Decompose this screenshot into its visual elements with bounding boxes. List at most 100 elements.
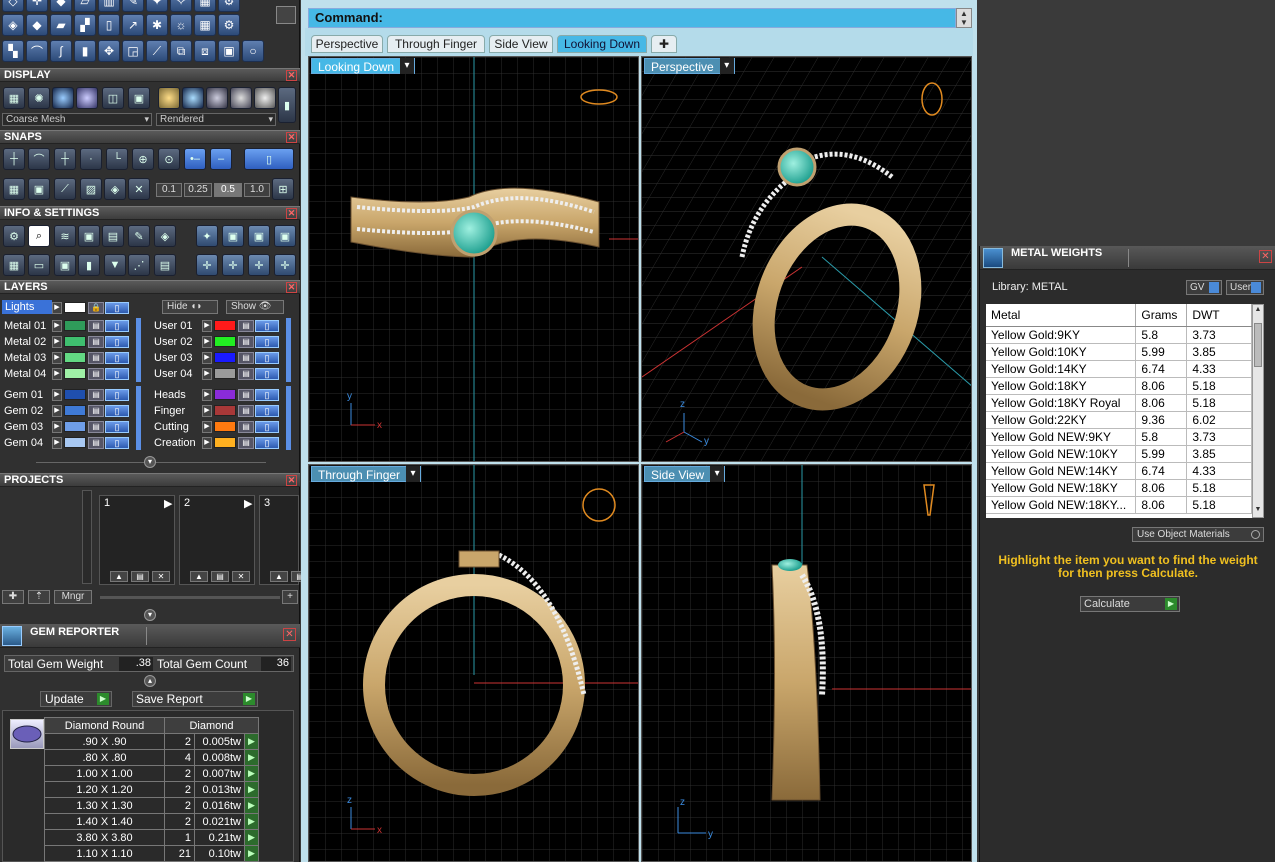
layer-row[interactable]: Creation ▶ ▤ ▯ bbox=[150, 435, 279, 450]
layer-color[interactable] bbox=[64, 405, 86, 416]
snap-icon[interactable]: ⊕ bbox=[132, 148, 154, 170]
tab-perspective[interactable]: Perspective bbox=[311, 35, 383, 53]
up-icon[interactable]: ▲ bbox=[190, 571, 208, 582]
lock-icon[interactable]: ▤ bbox=[238, 404, 254, 417]
table-row[interactable]: Yellow Gold NEW:9KY 5.8 3.73 bbox=[986, 428, 1252, 446]
layer-name[interactable]: Gem 04 bbox=[0, 437, 52, 449]
play-icon[interactable]: ▶ bbox=[164, 497, 172, 510]
table-row[interactable]: .80 X .80 4 0.008tw ▶ bbox=[44, 749, 259, 766]
close-icon[interactable]: ✕ bbox=[1259, 250, 1272, 263]
viewport-through-finger[interactable]: z x Through Finger bbox=[308, 464, 639, 862]
table-row[interactable]: 1.20 X 1.20 2 0.013tw ▶ bbox=[44, 781, 259, 798]
save-report-button[interactable]: Save Report ▶ bbox=[132, 691, 258, 707]
layer-row[interactable]: Heads ▶ ▤ ▯ bbox=[150, 387, 279, 402]
command-line[interactable]: Command: bbox=[308, 8, 956, 28]
close-icon[interactable]: ✕ bbox=[286, 132, 297, 143]
play-icon[interactable]: ▶ bbox=[244, 797, 259, 814]
tool-icon[interactable]: ⧉ bbox=[170, 40, 192, 62]
transform-icon[interactable]: ✛ bbox=[274, 254, 296, 276]
tool-icon[interactable]: ⚙ bbox=[218, 0, 240, 12]
hatch-icon[interactable]: ▨ bbox=[80, 178, 102, 200]
table-row[interactable]: Yellow Gold NEW:10KY 5.99 3.85 bbox=[986, 445, 1252, 463]
sphere-icon[interactable] bbox=[52, 87, 74, 109]
lights-layer[interactable]: Lights bbox=[2, 300, 52, 314]
close-icon[interactable]: ✕ bbox=[286, 70, 297, 81]
tool-icon[interactable]: ▥ bbox=[98, 0, 120, 12]
up-icon[interactable]: ▲ bbox=[110, 571, 128, 582]
eye-icon[interactable]: ◈ bbox=[104, 178, 126, 200]
layer-name[interactable]: Metal 03 bbox=[0, 352, 52, 364]
snap-icon[interactable]: ⊙ bbox=[158, 148, 180, 170]
tab-looking-down[interactable]: Looking Down bbox=[557, 35, 647, 53]
table-row[interactable]: Yellow Gold:18KY Royal 8.06 5.18 bbox=[986, 394, 1252, 412]
transform-icon[interactable]: ✛ bbox=[196, 254, 218, 276]
gem-icon[interactable]: ◈ bbox=[2, 14, 24, 36]
layer-row[interactable]: Metal 03 ▶ ▤ ▯ bbox=[0, 350, 129, 365]
tool-icon[interactable]: ✧ bbox=[170, 0, 192, 12]
sphere-icon[interactable] bbox=[230, 87, 252, 109]
use-object-materials-toggle[interactable]: Use Object Materials bbox=[1132, 527, 1264, 542]
circle-icon[interactable]: ○ bbox=[242, 40, 264, 62]
tool-icon[interactable]: ▱ bbox=[74, 0, 96, 12]
arrow-icon[interactable]: ▶ bbox=[52, 319, 62, 332]
curve-icon[interactable]: ⌒ bbox=[26, 40, 48, 62]
tool-icon[interactable]: ∫ bbox=[50, 40, 72, 62]
project-slot[interactable]: 1 ▶ ▲ ▤ ✕ bbox=[99, 495, 175, 585]
project-slot[interactable]: 3 ▲ ▤ bbox=[259, 495, 309, 585]
play-icon[interactable]: ▶ bbox=[244, 749, 259, 766]
arrow-icon[interactable]: ▶ bbox=[52, 420, 62, 433]
lock-icon[interactable]: ▤ bbox=[88, 404, 104, 417]
lock-icon[interactable]: ▤ bbox=[238, 351, 254, 364]
add-project-button[interactable]: ✚ bbox=[2, 590, 24, 604]
layer-name[interactable]: Cutting bbox=[150, 421, 202, 433]
visibility-toggle[interactable]: ▯ bbox=[105, 351, 129, 364]
lock-icon[interactable]: ▤ bbox=[238, 388, 254, 401]
layer-color[interactable] bbox=[214, 320, 236, 331]
arrow-icon[interactable]: ▶ bbox=[52, 404, 62, 417]
play-icon[interactable]: ▶ bbox=[244, 813, 259, 830]
close-icon[interactable]: ✕ bbox=[283, 628, 296, 641]
viewport-perspective[interactable]: z y Perspective bbox=[641, 56, 972, 462]
sphere-icon[interactable] bbox=[254, 87, 276, 109]
select-icon[interactable]: ⋰ bbox=[128, 254, 150, 276]
arrow-icon[interactable]: ▶ bbox=[202, 388, 212, 401]
layer-name[interactable]: User 02 bbox=[150, 336, 202, 348]
layer-color[interactable] bbox=[214, 336, 236, 347]
collapse-icon[interactable]: ▾ bbox=[144, 456, 156, 468]
table-row[interactable]: Yellow Gold:18KY 8.06 5.18 bbox=[986, 377, 1252, 395]
gv-toggle[interactable]: GV bbox=[1186, 280, 1222, 295]
hide-button[interactable]: Hide ◖◗ bbox=[162, 300, 218, 314]
paint-icon[interactable]: ✦ bbox=[196, 225, 218, 247]
grid-icon[interactable]: ▦ bbox=[194, 14, 216, 36]
layer-name[interactable]: Metal 01 bbox=[0, 320, 52, 332]
lock-icon[interactable]: 🔒 bbox=[88, 301, 104, 314]
window-icon[interactable]: ▭ bbox=[28, 254, 50, 276]
viewport-side-view[interactable]: z y Side View bbox=[641, 464, 972, 862]
display-slider[interactable]: ▮ bbox=[278, 87, 296, 123]
mesh-grid-icon[interactable]: ▦ bbox=[3, 87, 25, 109]
panel-toggle[interactable] bbox=[276, 6, 296, 24]
light-icon[interactable]: ✺ bbox=[28, 87, 50, 109]
table-row[interactable]: Yellow Gold NEW:18KY 8.06 5.18 bbox=[986, 479, 1252, 497]
up-icon[interactable]: ▲ bbox=[270, 571, 288, 582]
lock-icon[interactable]: ▤ bbox=[238, 335, 254, 348]
layer-row[interactable]: Metal 02 ▶ ▤ ▯ bbox=[0, 334, 129, 349]
tool-icon[interactable]: ✱ bbox=[146, 14, 168, 36]
calculate-button[interactable]: Calculate ▶ bbox=[1080, 596, 1180, 612]
visibility-toggle[interactable]: ▯ bbox=[255, 420, 279, 433]
layer-color[interactable] bbox=[64, 336, 86, 347]
layer-name[interactable]: Gem 01 bbox=[0, 389, 52, 401]
collapse-icon[interactable]: ▴ bbox=[144, 675, 156, 687]
tab-through-finger[interactable]: Through Finger bbox=[387, 35, 485, 53]
arrow-icon[interactable]: ▶ bbox=[52, 351, 62, 364]
tool-icon[interactable]: ↗ bbox=[122, 14, 144, 36]
play-icon[interactable]: ▶ bbox=[244, 733, 259, 750]
lock-icon[interactable]: ▤ bbox=[88, 388, 104, 401]
table-row[interactable]: 1.40 X 1.40 2 0.021tw ▶ bbox=[44, 813, 259, 830]
layer-row[interactable]: User 02 ▶ ▤ ▯ bbox=[150, 334, 279, 349]
visibility-toggle[interactable]: ▯ bbox=[105, 388, 129, 401]
add-tab-icon[interactable]: ✚ bbox=[651, 35, 677, 53]
save-icon[interactable]: ▤ bbox=[211, 571, 229, 582]
tool-icon[interactable]: ▮ bbox=[74, 40, 96, 62]
snap-toggle[interactable]: ▯ bbox=[244, 148, 294, 170]
